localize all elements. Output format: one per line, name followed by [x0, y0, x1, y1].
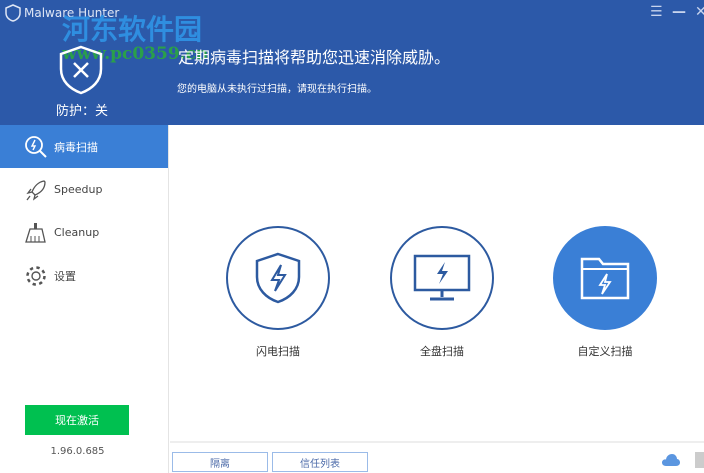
gear-icon [26, 265, 46, 286]
sidebar-item-cleanup[interactable]: Cleanup [0, 211, 168, 254]
cloud-icon[interactable] [661, 453, 681, 467]
scan-icon [25, 135, 47, 158]
quarantine-button[interactable]: 隔离 [172, 452, 268, 472]
sidebar-item-label: 设置 [54, 269, 76, 283]
folder-bolt-icon [580, 257, 630, 300]
sidebar-item-label: 病毒扫描 [54, 140, 98, 154]
protection-status: 防护：关 [56, 104, 109, 119]
broom-icon [25, 222, 46, 243]
sidebar-item-label: Cleanup [54, 226, 100, 239]
monitor-bolt-icon [413, 254, 471, 301]
shield-bolt-icon [255, 252, 301, 304]
quick-scan-button[interactable]: 闪电扫描 [226, 226, 330, 359]
subline: 您的电脑从未执行过扫描，请现在执行扫描。 [177, 84, 377, 95]
sidebar-item-label: Speedup [54, 183, 103, 196]
custom-scan-button[interactable]: 自定义扫描 [553, 226, 657, 359]
bottom-bar: 隔离 信任列表 [170, 441, 704, 473]
header: Malware Hunter 河东软件园 www.pc0359.cn 防护：关 … [0, 0, 704, 125]
trust-list-button[interactable]: 信任列表 [272, 452, 368, 472]
scan-label: 全盘扫描 [420, 345, 464, 358]
activate-now-button[interactable]: 现在激活 [25, 405, 129, 435]
scan-label: 自定义扫描 [577, 345, 633, 358]
full-scan-button[interactable]: 全盘扫描 [390, 226, 494, 359]
minimize-button[interactable]: — [672, 4, 686, 20]
close-button[interactable]: ✕ [695, 4, 704, 20]
headline: 定期病毒扫描将帮助您迅速消除威胁。 [178, 48, 451, 67]
sidebar-item-virus-scan[interactable]: 病毒扫描 [0, 125, 168, 168]
shield-off-icon [59, 45, 103, 95]
sidebar-item-speedup[interactable]: Speedup [0, 168, 168, 211]
usb-icon[interactable] [695, 452, 704, 468]
rocket-icon [26, 179, 46, 201]
menu-button[interactable]: ☰ [650, 4, 663, 20]
watermark-name: 河东软件园 [62, 13, 203, 46]
version-label: 1.96.0.685 [50, 446, 105, 457]
sidebar-item-settings[interactable]: 设置 [0, 254, 168, 297]
scan-label: 闪电扫描 [256, 345, 300, 358]
app-logo-icon [5, 4, 21, 22]
